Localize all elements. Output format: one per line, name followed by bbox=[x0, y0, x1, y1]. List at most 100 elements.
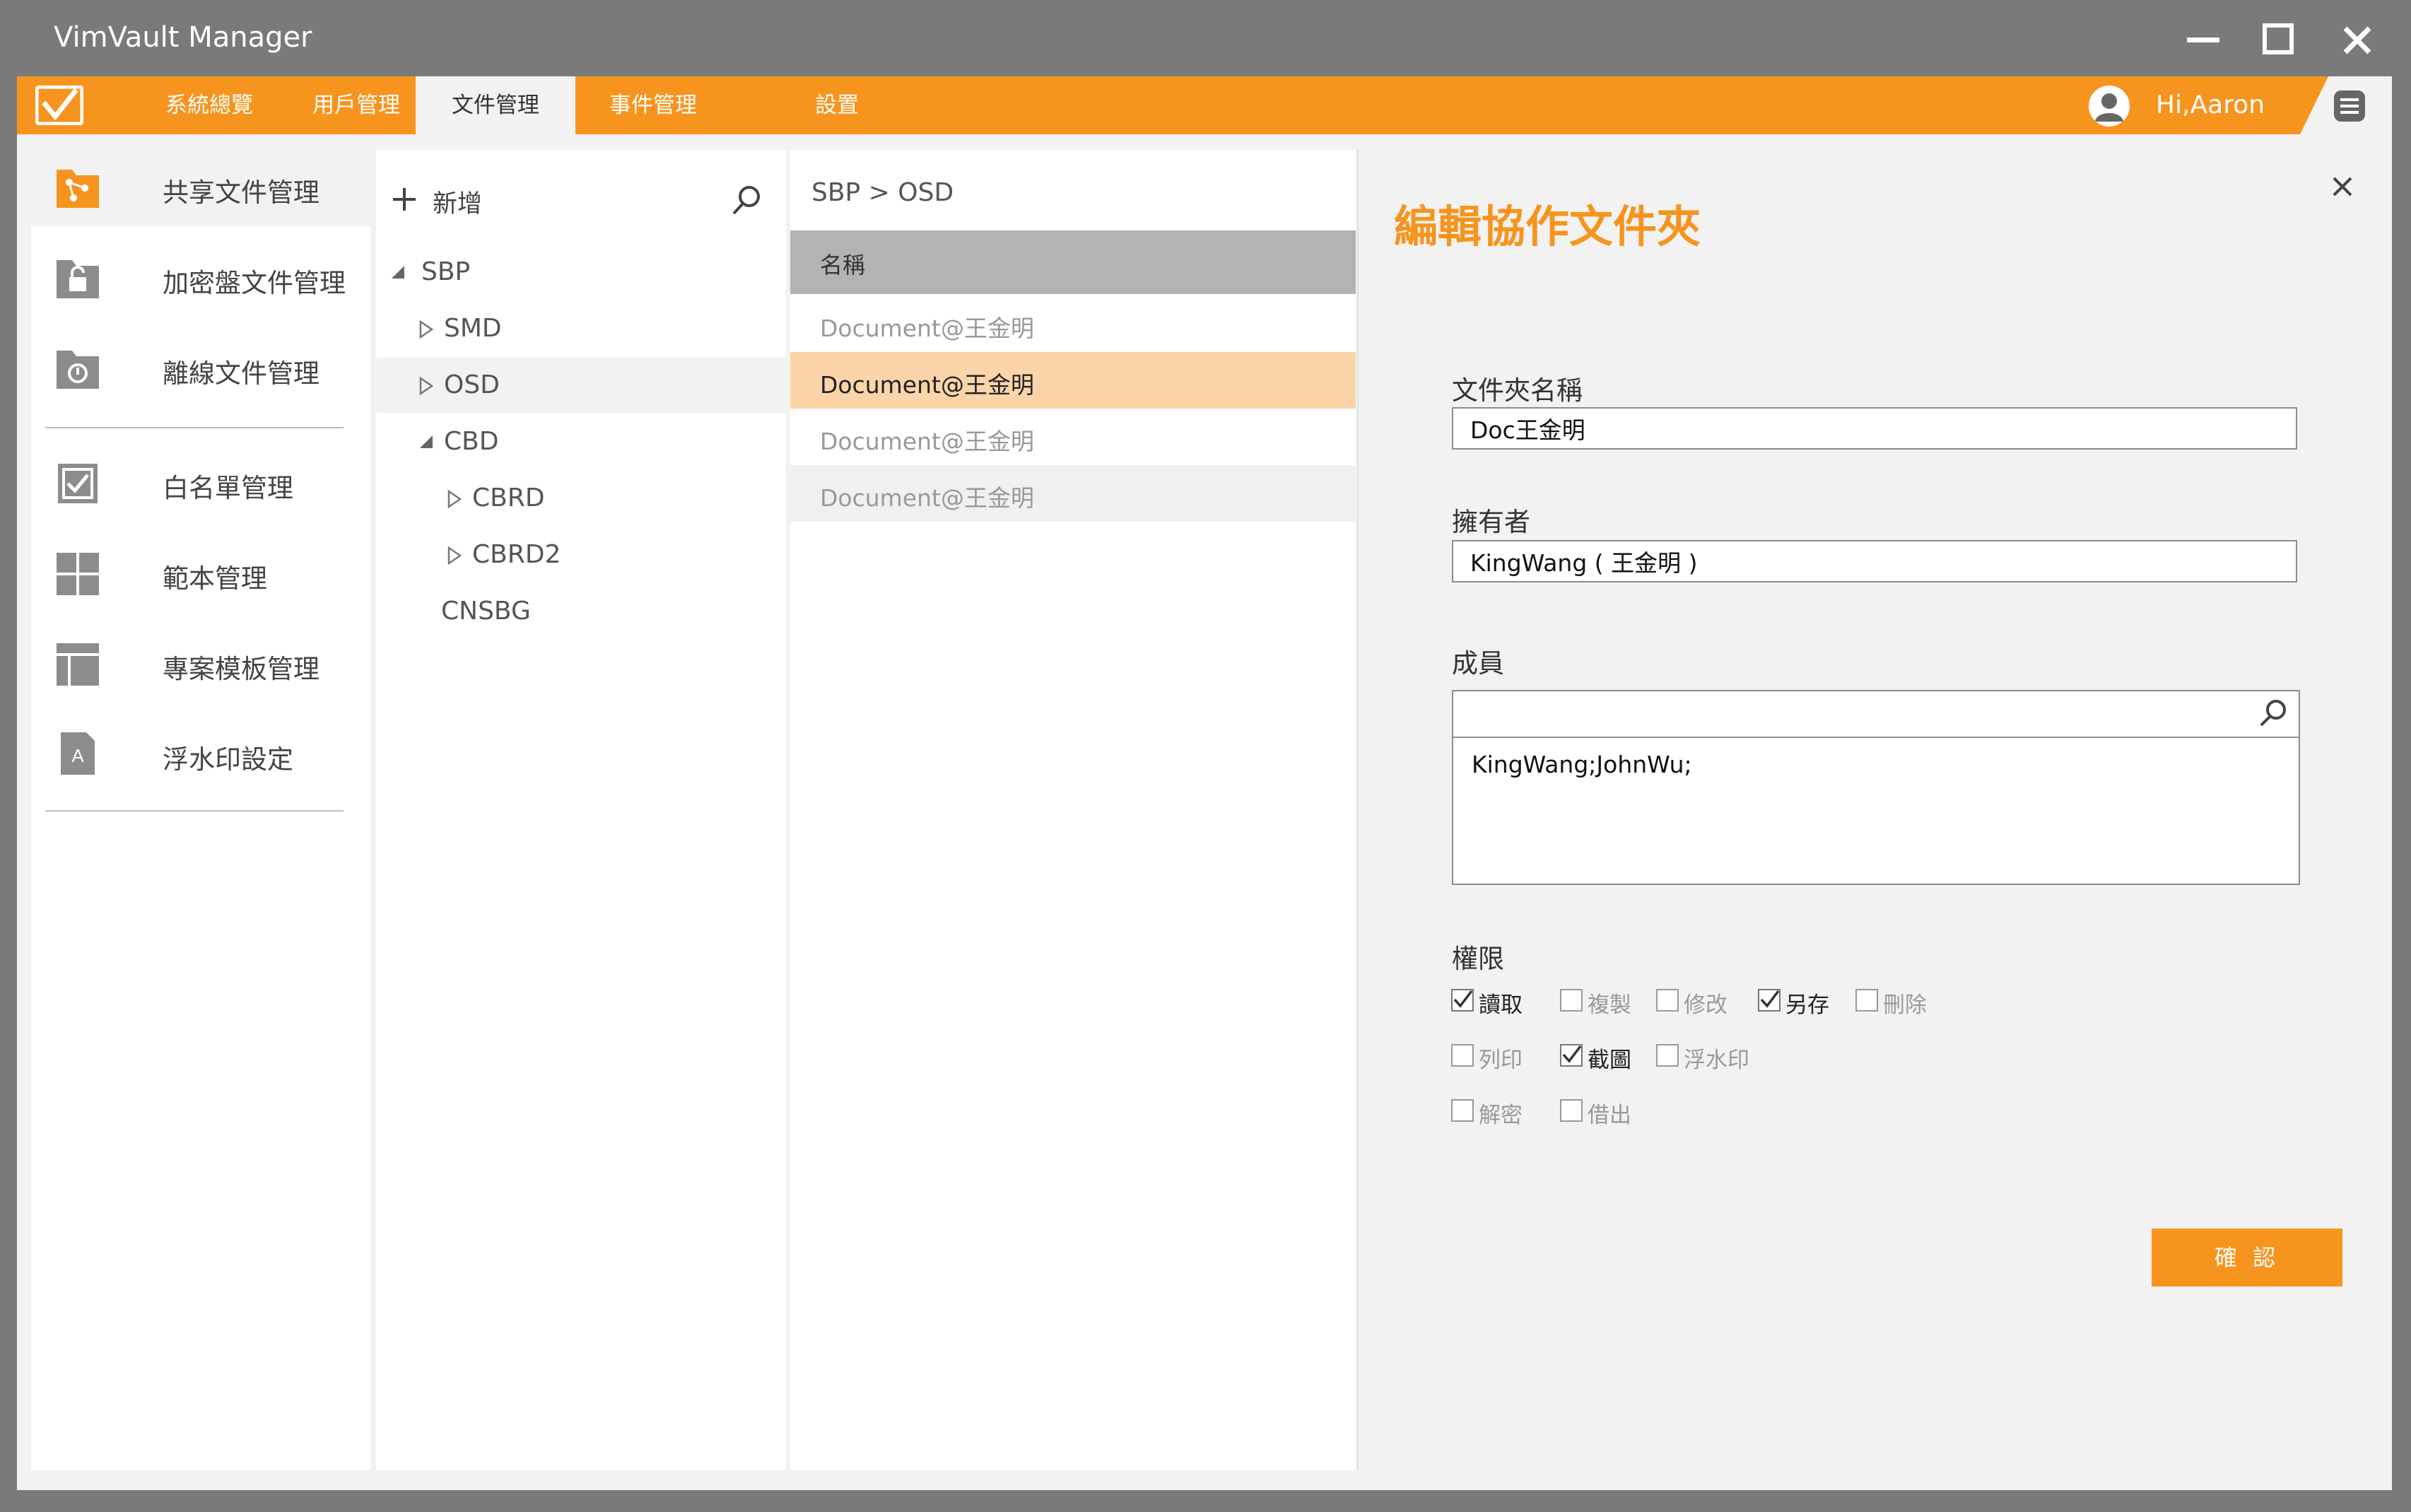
checkbox-list-icon bbox=[58, 464, 98, 503]
share-folder-icon bbox=[57, 170, 99, 208]
maximize-button[interactable] bbox=[2253, 16, 2303, 65]
permission-label: 借出 bbox=[1588, 1103, 1631, 1128]
checkbox-unchecked-icon bbox=[1451, 1099, 1474, 1122]
sidebar-item-label: 共享文件管理 bbox=[163, 177, 319, 208]
add-folder-button[interactable]: 新增 bbox=[433, 184, 482, 220]
checkbox-checked-icon bbox=[1451, 989, 1474, 1012]
list-item[interactable]: Document@王金明 bbox=[790, 295, 1356, 352]
folder-tree-pane: 新增 SBP SMD OSD CBD CBRD CBRD2 CNSBG bbox=[376, 150, 786, 1470]
permission-label: 截圖 bbox=[1588, 1048, 1631, 1073]
sidebar-item-offline-files[interactable]: 離線文件管理 bbox=[31, 331, 370, 407]
sidebar-item-label: 離線文件管理 bbox=[163, 358, 319, 389]
collapsed-triangle-icon[interactable] bbox=[418, 376, 434, 396]
tree-node-label: CBRD bbox=[472, 484, 545, 512]
tree-node-label: SMD bbox=[444, 314, 502, 343]
sidebar-item-label: 加密盤文件管理 bbox=[163, 268, 346, 298]
document-list-pane: SBP > OSD 名稱 Document@王金明 Document@王金明 D… bbox=[790, 150, 1356, 1470]
collapsed-triangle-icon[interactable] bbox=[447, 546, 462, 565]
list-item[interactable]: Document@王金明 bbox=[790, 352, 1356, 409]
checkbox-checked-icon bbox=[1560, 1044, 1583, 1067]
tree-node-label: CBRD2 bbox=[472, 540, 561, 569]
list-item-name: Document@王金明 bbox=[820, 371, 1034, 399]
user-greeting[interactable]: Hi,Aaron bbox=[2156, 76, 2265, 134]
sidebar-item-shared-files[interactable]: 共享文件管理 bbox=[31, 150, 370, 226]
sidebar-item-encrypted-files[interactable]: 加密盤文件管理 bbox=[31, 240, 370, 317]
app-title: VimVault Manager bbox=[54, 21, 312, 54]
permission-label: 讀取 bbox=[1479, 992, 1523, 1018]
add-icon[interactable] bbox=[390, 185, 418, 213]
members-box: KingWang;JohnWu; bbox=[1452, 690, 2300, 885]
checkbox-unchecked-icon bbox=[1656, 989, 1679, 1012]
close-window-button[interactable] bbox=[2333, 16, 2382, 65]
tree-node-cbd[interactable]: CBD bbox=[376, 414, 786, 469]
sidebar-item-label: 浮水印設定 bbox=[163, 744, 293, 775]
nav-dashboard[interactable]: 系統總覽 bbox=[136, 76, 283, 134]
nav-documents[interactable]: 文件管理 bbox=[416, 76, 575, 134]
list-item-name: Document@王金明 bbox=[820, 428, 1034, 455]
nav-users[interactable]: 用戶管理 bbox=[286, 76, 427, 134]
sidebar-divider bbox=[45, 810, 344, 811]
nav-settings[interactable]: 設置 bbox=[766, 76, 908, 134]
minimize-icon bbox=[2187, 37, 2219, 42]
tree-node-label: CBD bbox=[444, 427, 499, 456]
expanded-triangle-icon[interactable] bbox=[390, 263, 406, 283]
tree-node-label: CNSBG bbox=[441, 597, 531, 626]
owner-input[interactable] bbox=[1452, 540, 2297, 582]
tree-node-cbrd[interactable]: CBRD bbox=[376, 471, 786, 526]
app-window: 系統總覽 用戶管理 文件管理 事件管理 設置 Hi,Aaron 共享文件管理 加… bbox=[17, 76, 2392, 1490]
permission-label: 複製 bbox=[1588, 992, 1631, 1018]
list-item-name: Document@王金明 bbox=[820, 484, 1034, 512]
sidebar-item-label: 範本管理 bbox=[163, 563, 267, 594]
expanded-triangle-icon[interactable] bbox=[418, 433, 434, 452]
sidebar-item-label: 專案模板管理 bbox=[163, 654, 319, 684]
permission-label: 刪除 bbox=[1883, 992, 1927, 1018]
sidebar-item-label: 白名單管理 bbox=[163, 473, 293, 503]
tree-node-label: OSD bbox=[444, 370, 500, 399]
minimize-button[interactable] bbox=[2178, 16, 2228, 65]
folder-name-input[interactable] bbox=[1452, 407, 2297, 450]
search-icon[interactable] bbox=[729, 182, 765, 218]
tree-node-cnsbg[interactable]: CNSBG bbox=[376, 584, 786, 639]
list-item[interactable]: Document@王金明 bbox=[790, 465, 1356, 522]
breadcrumb[interactable]: SBP > OSD bbox=[811, 178, 954, 207]
watermark-icon-letter: A bbox=[71, 745, 84, 766]
tree-node-osd[interactable]: OSD bbox=[376, 358, 786, 413]
app-frame: VimVault Manager 系統總覽 用戶管理 文件管理 事件管理 設置 bbox=[0, 0, 2411, 1512]
permission-label: 修改 bbox=[1684, 992, 1727, 1018]
hamburger-icon bbox=[2340, 98, 2359, 114]
sidebar-item-templates[interactable]: 範本管理 bbox=[31, 536, 370, 612]
sidebar-item-whitelist[interactable]: 白名單管理 bbox=[31, 445, 370, 522]
panel-title: 編輯協作文件夾 bbox=[1394, 201, 1701, 252]
owner-label: 擁有者 bbox=[1452, 507, 1530, 537]
list-column-header[interactable]: 名稱 bbox=[790, 230, 1356, 294]
user-avatar-icon[interactable] bbox=[2088, 85, 2130, 127]
column-header-name: 名稱 bbox=[820, 252, 866, 279]
nav-events[interactable]: 事件管理 bbox=[582, 76, 724, 134]
member-search-input[interactable] bbox=[1453, 691, 2259, 735]
watermark-document-icon: A bbox=[61, 732, 95, 775]
collapsed-triangle-icon[interactable] bbox=[418, 320, 434, 339]
member-list[interactable]: KingWang;JohnWu; bbox=[1472, 751, 1692, 778]
collapsed-triangle-icon[interactable] bbox=[447, 489, 462, 509]
close-panel-icon[interactable] bbox=[2327, 171, 2358, 202]
sidebar-item-project-templates[interactable]: 專案模板管理 bbox=[31, 626, 370, 703]
sidebar: 共享文件管理 加密盤文件管理 離線文件管理 白名單管理 範本管理 專案模板管理 … bbox=[31, 150, 370, 1470]
menu-button[interactable] bbox=[2334, 90, 2365, 122]
tree-node-cbrd2[interactable]: CBRD2 bbox=[376, 527, 786, 582]
member-search-row bbox=[1453, 691, 2299, 738]
permission-label: 浮水印 bbox=[1684, 1048, 1749, 1073]
folder-name-label: 文件夾名稱 bbox=[1452, 375, 1583, 406]
tree-node-smd[interactable]: SMD bbox=[376, 301, 786, 356]
edit-folder-panel: 編輯協作文件夾 文件夾名稱 擁有者 成員 KingWang;JohnWu; 權限 bbox=[1357, 150, 2376, 1470]
confirm-button[interactable]: 確 認 bbox=[2152, 1229, 2342, 1287]
search-icon[interactable] bbox=[2258, 697, 2290, 729]
tree-node-sbp[interactable]: SBP bbox=[376, 245, 786, 300]
title-bar: VimVault Manager bbox=[0, 0, 2411, 76]
sidebar-item-watermark[interactable]: A 浮水印設定 bbox=[31, 717, 370, 793]
offline-folder-icon bbox=[57, 351, 99, 389]
layout-template-icon bbox=[57, 643, 99, 686]
list-item-name: Document@王金明 bbox=[820, 315, 1034, 342]
checkbox-unchecked-icon bbox=[1560, 1099, 1583, 1122]
tree-node-label: SBP bbox=[421, 257, 471, 286]
list-item[interactable]: Document@王金明 bbox=[790, 409, 1356, 465]
